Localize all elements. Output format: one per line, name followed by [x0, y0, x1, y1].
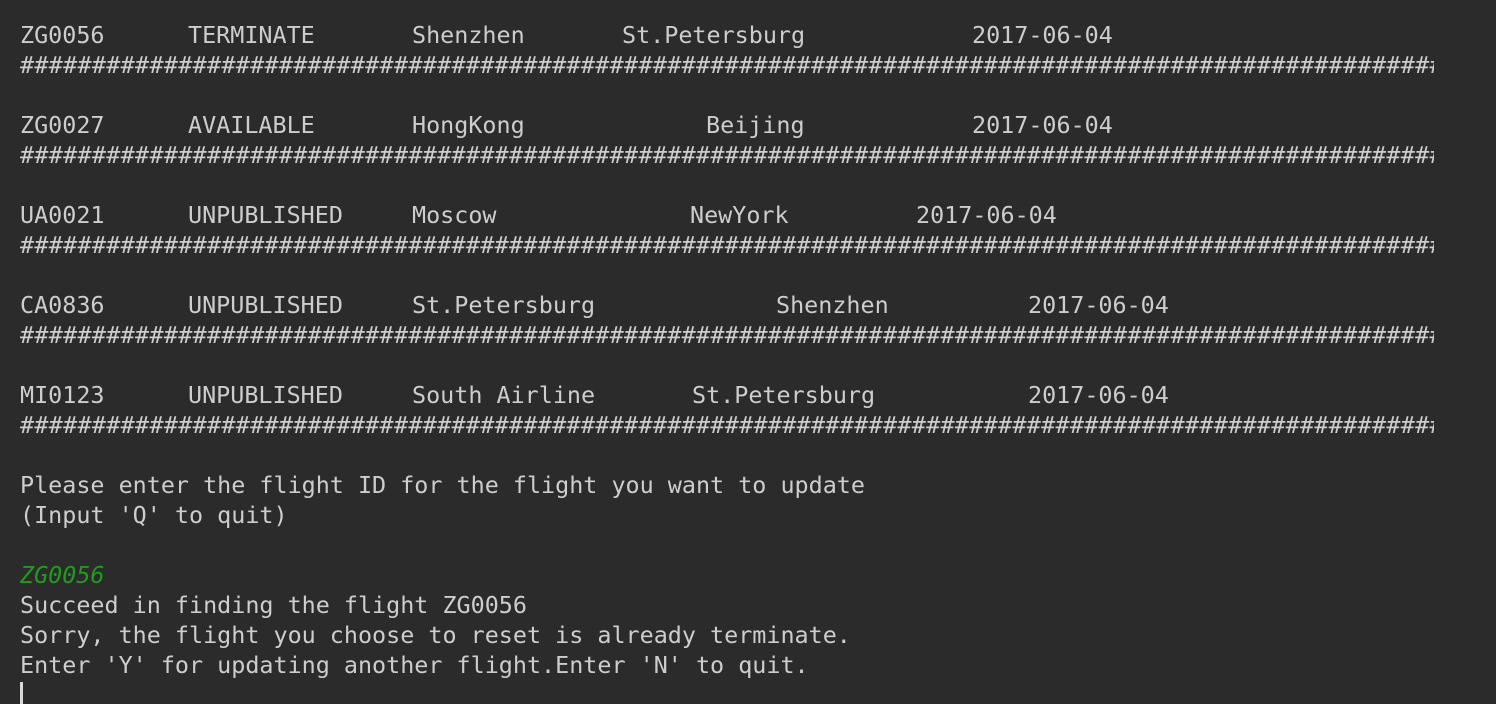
- flight-date: 2017-06-04: [972, 21, 1113, 49]
- flight-destination: Shenzhen: [776, 291, 889, 319]
- separator-line: ########################################…: [20, 231, 1434, 259]
- flight-id: UA0021: [20, 201, 105, 229]
- flight-origin: HongKong: [412, 111, 525, 139]
- user-input-echo: ZG0056: [20, 561, 105, 589]
- separator-line: ########################################…: [20, 51, 1434, 79]
- flight-destination: St.Petersburg: [622, 21, 806, 49]
- flight-status: UNPUBLISHED: [188, 291, 343, 319]
- flight-id: ZG0027: [20, 111, 105, 139]
- flight-id: MI0123: [20, 381, 105, 409]
- flight-status: UNPUBLISHED: [188, 201, 343, 229]
- error-line: Sorry, the flight you choose to reset is…: [20, 621, 851, 649]
- flight-status: TERMINATE: [188, 21, 315, 49]
- flight-id: ZG0056: [20, 21, 105, 49]
- flight-destination: St.Petersburg: [692, 381, 876, 409]
- flight-date: 2017-06-04: [1028, 291, 1169, 319]
- text-cursor[interactable]: [20, 682, 23, 704]
- flight-status: AVAILABLE: [188, 111, 315, 139]
- prompt-line: Please enter the flight ID for the fligh…: [20, 471, 865, 499]
- flight-date: 2017-06-04: [972, 111, 1113, 139]
- flight-status: UNPUBLISHED: [188, 381, 343, 409]
- flight-row: UA0021 UNPUBLISHED Moscow NewYork 2017-0…: [0, 200, 1496, 230]
- separator-line: ########################################…: [20, 411, 1434, 439]
- flight-origin: South Airline: [412, 381, 596, 409]
- flight-destination: Beijing: [706, 111, 805, 139]
- flight-date: 2017-06-04: [916, 201, 1057, 229]
- flight-id: CA0836: [20, 291, 105, 319]
- flight-row: ZG0027 AVAILABLE HongKong Beijing 2017-0…: [0, 110, 1496, 140]
- flight-row: MI0123 UNPUBLISHED South Airline St.Pete…: [0, 380, 1496, 410]
- flight-origin: Moscow: [412, 201, 497, 229]
- flight-row: CA0836 UNPUBLISHED St.Petersburg Shenzhe…: [0, 290, 1496, 320]
- quit-hint-line: (Input 'Q' to quit): [20, 501, 288, 529]
- console-output[interactable]: ZG0056 TERMINATE Shenzhen St.Petersburg …: [0, 0, 1496, 704]
- flight-row: ZG0056 TERMINATE Shenzhen St.Petersburg …: [0, 20, 1496, 50]
- separator-line: ########################################…: [20, 141, 1434, 169]
- next-action-line: Enter 'Y' for updating another flight.En…: [20, 651, 809, 679]
- flight-destination: NewYork: [690, 201, 789, 229]
- separator-line: ########################################…: [20, 321, 1434, 349]
- flight-origin: St.Petersburg: [412, 291, 596, 319]
- result-line: Succeed in finding the flight ZG0056: [20, 591, 527, 619]
- flight-origin: Shenzhen: [412, 21, 525, 49]
- flight-date: 2017-06-04: [1028, 381, 1169, 409]
